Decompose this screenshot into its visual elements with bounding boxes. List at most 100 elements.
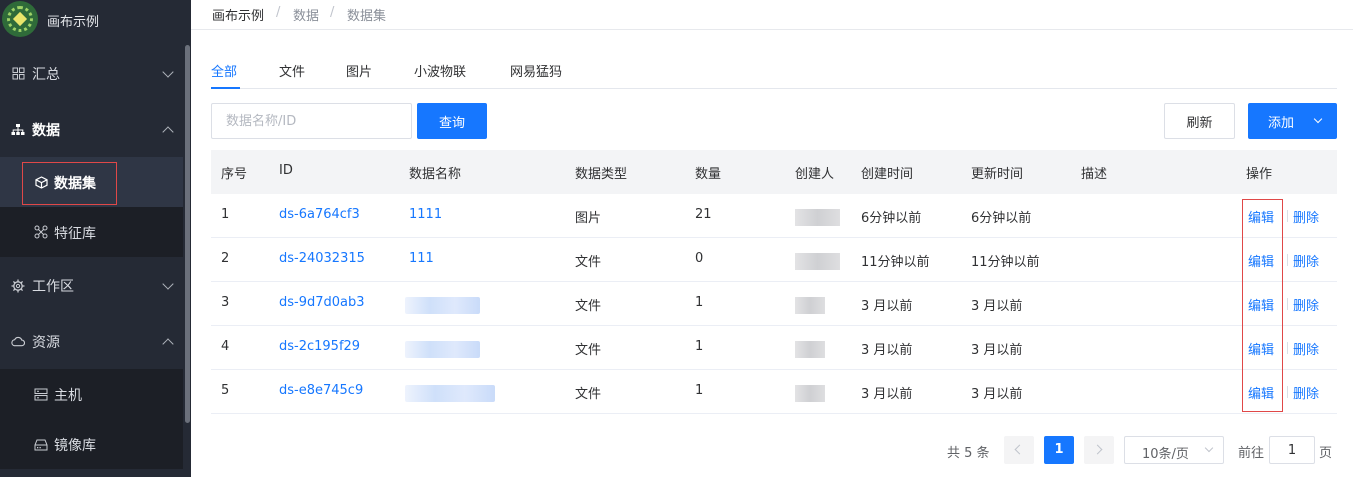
row-type: 文件 [575,343,602,358]
table-row: 4 ds-2c195f29 文件 1 3 月以前 3 月以前 编辑 删除 [211,326,1337,370]
delete-link[interactable]: 删除 [1293,251,1319,270]
row-count: 1 [695,383,704,398]
row-creator-redacted [795,385,825,402]
tab-file[interactable]: 文件 [279,61,305,80]
pagination-total: 共 5 条 [947,446,990,461]
tab-image[interactable]: 图片 [346,61,372,80]
chevron-down-icon [1313,114,1323,124]
row-name-link[interactable]: 1111 [409,207,442,222]
row-count: 0 [695,251,704,266]
sidebar-item-feature-store[interactable]: 特征库 [0,207,183,257]
app-header: 画布示例 [0,0,191,40]
sidebar-item-label: 数据 [32,122,60,139]
action-separator [1287,342,1288,354]
page-number-current[interactable]: 1 [1044,436,1074,464]
row-created-time: 11分钟以前 [861,255,930,270]
delete-link[interactable]: 删除 [1293,295,1319,314]
row-name-redacted[interactable] [405,341,480,358]
row-index: 2 [221,251,230,266]
tab-netease-mammoth[interactable]: 网易猛犸 [510,61,562,80]
action-separator [1287,298,1288,310]
row-name-redacted[interactable] [405,297,480,314]
row-created-time: 3 月以前 [861,343,913,358]
row-index: 5 [221,383,230,398]
sidebar-item-label: 资源 [32,334,60,351]
sidebar-item-label: 主机 [54,388,82,404]
logo [2,1,38,37]
table-row: 2 ds-24032315 111 文件 0 11分钟以前 11分钟以前 编辑 … [211,238,1337,282]
chevron-down-icon [1204,443,1214,453]
tab-all[interactable]: 全部 [211,61,237,80]
row-updated-time: 3 月以前 [971,299,1023,314]
column-header-created-time: 创建时间 [861,167,914,182]
sidebar-item-host[interactable]: 主机 [0,369,183,419]
table-row: 1 ds-6a764cf3 1111 图片 21 6分钟以前 6分钟以前 编辑 … [211,194,1337,238]
next-page-button[interactable] [1084,436,1114,464]
search-input[interactable] [211,103,412,139]
highlight-box [22,162,117,205]
sidebar-scrollbar[interactable] [185,45,190,423]
page-size-select[interactable]: 10条/页 [1124,436,1224,464]
column-header-creator: 创建人 [795,167,835,182]
row-updated-time: 3 月以前 [971,387,1023,402]
app-title: 画布示例 [47,15,100,30]
sidebar: 画布示例 汇总 数据 数据集 特征库 工作区 资源 主机 镜像库 [0,0,191,477]
sidebar-item-label: 汇总 [32,66,60,83]
row-id-link[interactable]: ds-2c195f29 [279,339,360,354]
refresh-button[interactable]: 刷新 [1164,103,1235,139]
row-index: 3 [221,295,230,310]
delete-link[interactable]: 删除 [1293,207,1319,226]
sidebar-item-summary[interactable]: 汇总 [0,46,183,101]
sidebar-item-data[interactable]: 数据 [0,102,183,157]
row-type: 图片 [575,211,602,226]
sidebar-item-resources[interactable]: 资源 [0,314,183,369]
row-id-link[interactable]: ds-9d7d0ab3 [279,295,365,310]
table-row: 3 ds-9d7d0ab3 文件 1 3 月以前 3 月以前 编辑 删除 [211,282,1337,326]
sidebar-item-workspace[interactable]: 工作区 [0,258,183,313]
sidebar-item-label: 镜像库 [54,438,96,454]
app-root: 画布示例 汇总 数据 数据集 特征库 工作区 资源 主机 镜像库 画布示例 / … [0,0,1353,477]
row-created-time: 3 月以前 [861,299,913,314]
breadcrumb-item-home[interactable]: 画布示例 [212,5,264,24]
column-header-count: 数量 [695,167,722,182]
breadcrumb-item-dataset: 数据集 [347,9,387,24]
row-type: 文件 [575,387,602,402]
page-label: 页 [1319,446,1333,461]
chevron-down-icon [162,278,174,290]
row-creator-redacted [795,297,825,314]
tab-bar: 全部 文件 图片 小波物联 网易猛犸 [211,58,1337,89]
row-id-link[interactable]: ds-e8e745c9 [279,383,363,398]
row-name-redacted[interactable] [405,385,495,402]
breadcrumb-separator: / [276,5,281,20]
server-icon [34,387,48,401]
row-id-link[interactable]: ds-6a764cf3 [279,207,360,222]
column-header-index: 序号 [221,167,248,182]
prev-page-button[interactable] [1004,436,1034,464]
breadcrumb-item-data[interactable]: 数据 [293,5,319,24]
row-type: 文件 [575,299,602,314]
action-separator [1287,210,1288,222]
delete-link[interactable]: 删除 [1293,383,1319,402]
gear-icon [11,279,25,293]
query-button[interactable]: 查询 [417,103,487,139]
tab-xiaobo-iot[interactable]: 小波物联 [414,61,466,80]
cloud-icon [11,335,25,349]
row-count: 21 [695,207,712,222]
add-button[interactable]: 添加 [1248,103,1337,139]
goto-label: 前往 [1238,446,1265,461]
breadcrumb-separator: / [330,5,335,20]
row-index: 4 [221,339,230,354]
row-name-link[interactable]: 111 [409,251,434,266]
goto-page-input[interactable] [1269,436,1315,464]
sidebar-item-image-registry[interactable]: 镜像库 [0,419,183,469]
action-separator [1287,254,1288,266]
chevron-down-icon [162,66,174,78]
sidebar-item-label: 工作区 [32,278,74,295]
row-created-time: 3 月以前 [861,387,913,402]
delete-link[interactable]: 删除 [1293,339,1319,358]
action-separator [1287,386,1288,398]
chevron-up-icon [162,126,174,138]
tab-active-indicator [211,87,240,89]
row-count: 1 [695,295,704,310]
row-id-link[interactable]: ds-24032315 [279,251,365,266]
